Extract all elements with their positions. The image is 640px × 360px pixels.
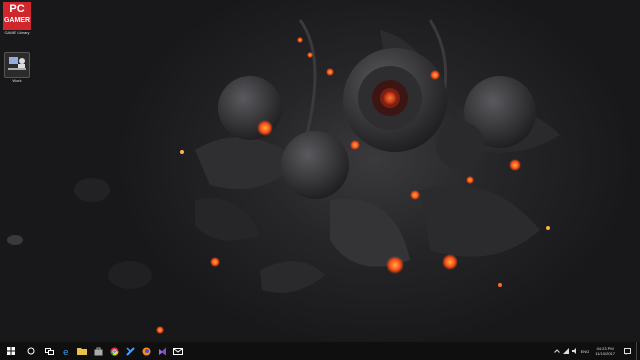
taskbar: e ENG 04:23 PM 11/10/2017 [0, 342, 640, 360]
pc-gamer-logo-icon: PC GAMER [3, 2, 31, 30]
show-desktop-button[interactable] [636, 342, 640, 360]
system-tray: ENG 04:23 PM 11/10/2017 [553, 342, 640, 360]
language-indicator[interactable]: ENG [581, 349, 590, 354]
edge-icon[interactable]: e [58, 342, 74, 360]
visual-studio-icon[interactable] [154, 342, 170, 360]
chevron-up-icon[interactable] [553, 348, 560, 354]
firefox-icon[interactable] [138, 342, 154, 360]
network-icon[interactable] [562, 347, 569, 355]
notifications-icon[interactable] [621, 342, 633, 360]
clock-date: 11/10/2017 [595, 351, 615, 356]
desktop-icon-pc-gamer[interactable]: PC GAMER GAME Library [0, 2, 34, 35]
work-folder-icon [4, 52, 30, 78]
chrome-icon[interactable] [106, 342, 122, 360]
store-icon[interactable] [90, 342, 106, 360]
mail-icon[interactable] [170, 342, 186, 360]
volume-icon[interactable] [571, 347, 578, 355]
app-icon[interactable] [122, 342, 138, 360]
clock[interactable]: 04:23 PM 11/10/2017 [592, 346, 618, 356]
search-icon[interactable] [22, 342, 40, 360]
svg-text:e: e [63, 348, 69, 356]
wallpaper-burning-roses [7, 19, 560, 334]
desktop-icon-work[interactable]: Work [0, 52, 34, 83]
file-explorer-icon[interactable] [74, 342, 90, 360]
desktop: PC GAMER GAME Library Work [0, 0, 640, 342]
task-view-icon[interactable] [40, 342, 58, 360]
desktop-icon-label: GAME Library [4, 30, 30, 35]
windows-start-icon[interactable] [0, 342, 22, 360]
